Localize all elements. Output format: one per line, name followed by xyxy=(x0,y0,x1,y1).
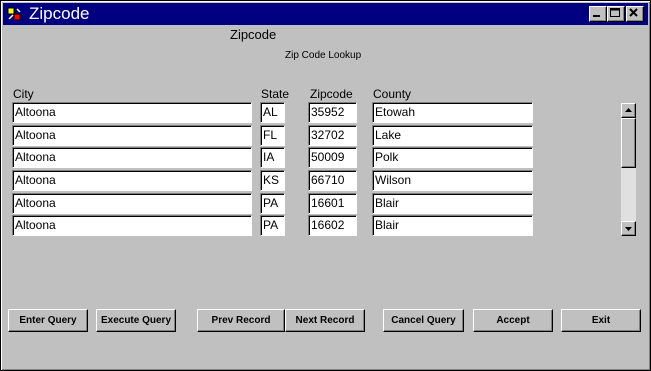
next-record-button[interactable]: Next Record xyxy=(285,309,365,332)
state-field[interactable]: PA xyxy=(260,193,285,214)
city-field[interactable]: Altoona xyxy=(12,215,252,236)
city-field[interactable]: Altoona xyxy=(12,170,252,191)
minimize-icon xyxy=(593,15,600,17)
zipcode-field[interactable]: 16601 xyxy=(308,193,357,214)
zipcode-field[interactable]: 50009 xyxy=(308,147,357,168)
city-field[interactable]: Altoona xyxy=(12,147,252,168)
maximize-button[interactable] xyxy=(607,6,625,22)
exit-button[interactable]: Exit xyxy=(561,309,641,332)
city-field[interactable]: Altoona xyxy=(12,193,252,214)
county-field[interactable]: Blair xyxy=(372,215,533,236)
app-icon[interactable] xyxy=(6,6,23,23)
scrollbar-thumb[interactable] xyxy=(621,118,636,168)
city-field[interactable]: Altoona xyxy=(12,125,252,146)
city-field[interactable]: Altoona xyxy=(12,102,252,123)
state-field[interactable]: AL xyxy=(260,102,285,123)
window-title: Zipcode xyxy=(29,4,90,23)
column-header-county: County xyxy=(373,87,412,101)
accept-button[interactable]: Accept xyxy=(473,309,553,332)
prev-record-button[interactable]: Prev Record xyxy=(197,309,285,332)
close-button[interactable] xyxy=(626,6,644,22)
form-title: Zipcode xyxy=(230,27,277,42)
zipcode-field[interactable]: 32702 xyxy=(308,125,357,146)
title-bar[interactable]: Zipcode xyxy=(3,3,648,25)
zipcode-field[interactable]: 35952 xyxy=(308,102,357,123)
state-field[interactable]: KS xyxy=(260,170,285,191)
maximize-icon xyxy=(610,8,620,17)
enter-query-button[interactable]: Enter Query xyxy=(8,309,88,332)
scroll-down-button[interactable] xyxy=(621,221,636,236)
close-icon xyxy=(629,8,638,17)
minimize-button[interactable] xyxy=(589,6,607,22)
county-field[interactable]: Wilson xyxy=(372,170,533,191)
arrow-up-icon xyxy=(625,108,632,112)
form-subtitle: Zip Code Lookup xyxy=(285,50,362,61)
county-field[interactable]: Blair xyxy=(372,193,533,214)
zipcode-field[interactable]: 66710 xyxy=(308,170,357,191)
state-field[interactable]: FL xyxy=(260,125,285,146)
scroll-up-button[interactable] xyxy=(621,103,636,118)
county-field[interactable]: Lake xyxy=(372,125,533,146)
county-field[interactable]: Etowah xyxy=(372,102,533,123)
column-header-city: City xyxy=(13,87,34,101)
state-field[interactable]: IA xyxy=(260,147,285,168)
cancel-query-button[interactable]: Cancel Query xyxy=(383,309,464,332)
arrow-down-icon xyxy=(625,227,632,231)
zipcode-window: Zipcode Zipcode Zip Code Lookup City Sta… xyxy=(0,0,651,371)
column-header-state: State xyxy=(261,87,290,101)
zipcode-field[interactable]: 16602 xyxy=(308,215,357,236)
execute-query-button[interactable]: Execute Query xyxy=(96,309,176,332)
county-field[interactable]: Polk xyxy=(372,147,533,168)
column-header-zipcode: Zipcode xyxy=(310,87,353,101)
state-field[interactable]: PA xyxy=(260,215,285,236)
